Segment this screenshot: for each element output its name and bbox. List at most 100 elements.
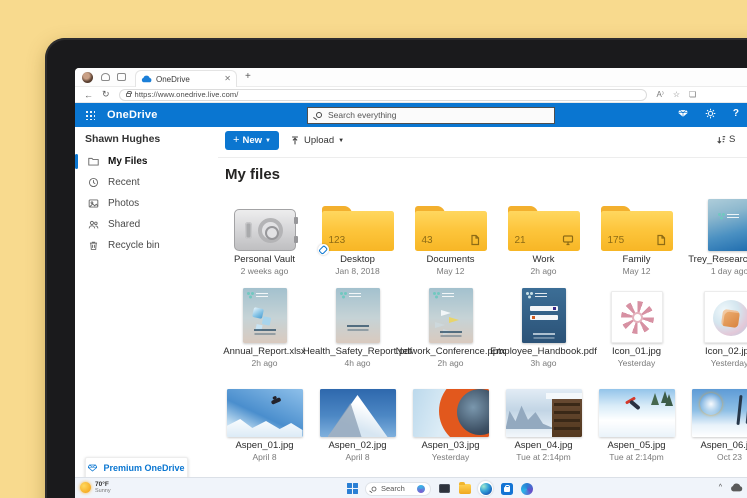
settings-gear-icon[interactable] <box>705 108 716 119</box>
image-thumbnail <box>611 291 663 343</box>
tile-aspen-06[interactable]: Aspen_06.jpg Oct 23 <box>683 389 747 462</box>
photo-thumbnail <box>599 389 675 437</box>
browser-workspaces-icon[interactable] <box>101 73 110 81</box>
url-text: https://www.onedrive.live.com/ <box>135 90 239 99</box>
windows-taskbar: 70°F Sunny Search <box>75 477 747 498</box>
weather-widget[interactable]: 70°F Sunny <box>80 481 111 494</box>
chevron-down-icon: ▼ <box>338 138 344 144</box>
tablet-device-bezel: OneDrive ✕ + ← ↻ https://www.onedrive.li… <box>45 38 747 498</box>
new-tab-icon[interactable]: + <box>245 71 251 82</box>
people-icon <box>88 219 99 230</box>
app-icon[interactable] <box>520 482 533 495</box>
user-name: Shawn Hughes <box>85 133 160 145</box>
doc-thumbnail <box>429 288 473 343</box>
onedrive-tray-icon[interactable] <box>730 483 743 492</box>
personal-vault-safe-icon <box>234 209 296 251</box>
folder-icon: 175 <box>601 206 673 251</box>
document-badge-icon <box>469 234 481 246</box>
tile-work-folder[interactable]: 21 Work 2h ago <box>497 199 590 276</box>
system-tray[interactable]: ^ <box>719 483 743 492</box>
edge-browser-icon[interactable] <box>478 481 493 496</box>
tile-health-safety-report[interactable]: Health_Safety_Report.pdf 4h ago <box>311 287 404 368</box>
sun-icon <box>80 482 91 493</box>
photo-thumbnail <box>506 389 582 437</box>
doc-thumbnail <box>243 288 287 343</box>
plus-icon: + <box>233 135 239 146</box>
page-title: My files <box>225 166 280 183</box>
browser-tab-actions-icon[interactable] <box>117 73 126 81</box>
read-aloud-icon[interactable]: A⁾ <box>657 90 664 99</box>
lock-icon <box>126 93 131 97</box>
new-button[interactable]: + New ▼ <box>225 131 279 150</box>
search-placeholder: Search everything <box>328 110 397 120</box>
tile-documents-folder[interactable]: 43 Documents May 12 <box>404 199 497 276</box>
tile-aspen-03[interactable]: Aspen_03.jpg Yesterday <box>404 389 497 462</box>
tile-aspen-01[interactable]: Aspen_01.jpg April 8 <box>218 389 311 462</box>
premium-onedrive-button[interactable]: Premium OneDrive <box>85 457 188 479</box>
tile-icon-02[interactable]: Icon_02.jpg Yesterday <box>683 287 747 368</box>
search-icon <box>372 486 377 491</box>
sidebar-item-photos[interactable]: Photos <box>75 193 215 214</box>
tile-trey-research-doc[interactable]: Trey_Research.doc 1 day ago <box>683 199 747 276</box>
split-screen-icon[interactable]: ❏ <box>689 90 696 99</box>
back-icon[interactable]: ← <box>84 90 93 100</box>
photo-thumbnail <box>227 389 303 437</box>
url-field[interactable]: https://www.onedrive.live.com/ <box>119 89 647 101</box>
divider <box>218 157 747 158</box>
browser-profile-avatar[interactable] <box>82 72 93 83</box>
doc-thumbnail <box>336 288 380 343</box>
onedrive-cloud-icon <box>141 75 152 83</box>
document-badge-icon <box>655 234 667 246</box>
help-icon[interactable]: ? <box>733 108 739 119</box>
browser-tab-bar: OneDrive ✕ + <box>75 68 747 87</box>
sidebar-item-recycle-bin[interactable]: Recycle bin <box>75 235 215 256</box>
search-icon <box>316 112 322 118</box>
copilot-icon <box>417 485 425 493</box>
premium-gem-icon <box>88 464 97 472</box>
sidebar-item-my-files[interactable]: My Files <box>75 151 215 172</box>
sidebar-item-recent[interactable]: Recent <box>75 172 215 193</box>
upload-icon <box>290 136 300 146</box>
tile-employee-handbook[interactable]: Employee_Handbook.pdf 3h ago <box>497 287 590 368</box>
microsoft-store-icon[interactable] <box>500 482 513 495</box>
tile-aspen-04[interactable]: Aspen_04.jpg Tue at 2:14pm <box>497 389 590 462</box>
chevron-down-icon: ▼ <box>265 138 271 144</box>
browser-address-bar: ← ↻ https://www.onedrive.live.com/ A⁾ ☆ … <box>75 87 747 103</box>
clock-icon <box>88 177 99 188</box>
upload-button[interactable]: Upload ▼ <box>290 131 344 150</box>
tile-desktop-folder[interactable]: 123 Desktop Jan 8, 2018 <box>311 199 404 276</box>
tile-icon-01[interactable]: Icon_01.jpg Yesterday <box>590 287 683 368</box>
photo-thumbnail <box>413 389 489 437</box>
photo-background: OneDrive ✕ + ← ↻ https://www.onedrive.li… <box>0 0 747 498</box>
device-screen: OneDrive ✕ + ← ↻ https://www.onedrive.li… <box>75 68 747 498</box>
app-launcher-waffle-icon[interactable] <box>85 110 95 120</box>
file-explorer-icon[interactable] <box>458 482 471 495</box>
sort-button[interactable]: S <box>716 134 735 145</box>
tile-family-folder[interactable]: 175 Family May 12 <box>590 199 683 276</box>
folder-icon: 123 <box>322 206 394 251</box>
shortcut-link-icon <box>318 244 329 255</box>
browser-tab-onedrive[interactable]: OneDrive ✕ <box>135 70 237 87</box>
doc-thumbnail <box>522 288 566 343</box>
premium-gem-icon[interactable] <box>678 109 688 118</box>
task-view-icon[interactable] <box>438 482 451 495</box>
photo-thumbnail <box>692 389 747 437</box>
search-everything-input[interactable]: Search everything <box>307 107 555 124</box>
tab-close-icon[interactable]: ✕ <box>224 75 231 83</box>
tile-network-conference[interactable]: Network_Conference.pptx 2h ago <box>404 287 497 368</box>
doc-thumbnail <box>708 199 747 251</box>
windows-start-button[interactable] <box>347 483 358 494</box>
tile-aspen-05[interactable]: Aspen_05.jpg Tue at 2:14pm <box>590 389 683 462</box>
sidebar-item-shared[interactable]: Shared <box>75 214 215 235</box>
favorites-star-icon[interactable]: ☆ <box>673 90 680 99</box>
onedrive-header: OneDrive Search everything ? <box>75 103 747 127</box>
taskbar-search-input[interactable]: Search <box>365 482 431 496</box>
refresh-icon[interactable]: ↻ <box>102 89 110 100</box>
sidebar: Shawn Hughes My Files Recent Photos <box>75 127 215 477</box>
tile-annual-report[interactable]: Annual_Report.xlsx 2h ago <box>218 287 311 368</box>
onedrive-brand[interactable]: OneDrive <box>107 109 158 121</box>
tile-aspen-02[interactable]: Aspen_02.jpg April 8 <box>311 389 404 462</box>
folder-icon <box>88 156 99 167</box>
tile-personal-vault[interactable]: Personal Vault 2 weeks ago <box>218 199 311 276</box>
tray-chevron-icon[interactable]: ^ <box>719 484 722 491</box>
